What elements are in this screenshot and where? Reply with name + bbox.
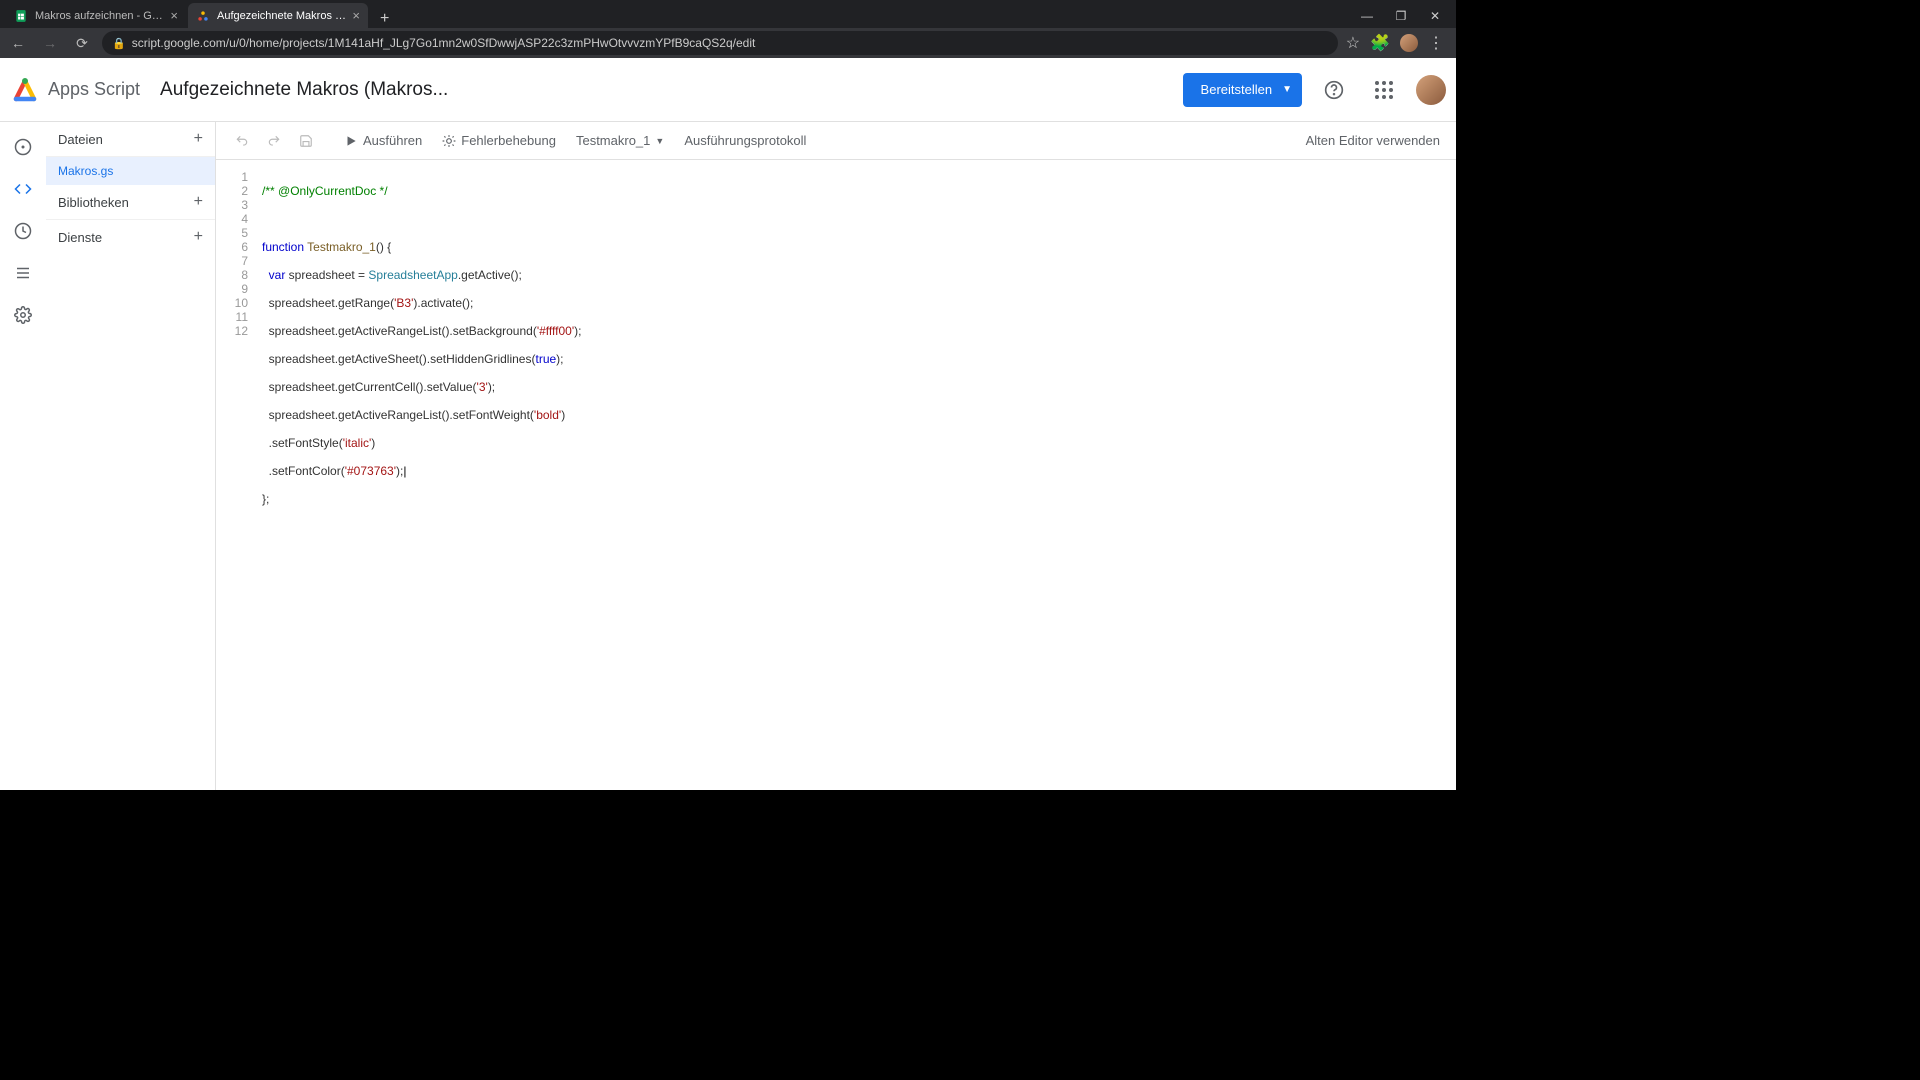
url-text: script.google.com/u/0/home/projects/1M14… [132, 36, 756, 50]
code-content[interactable]: /** @OnlyCurrentDoc */ function Testmakr… [256, 160, 581, 790]
reload-button[interactable]: ⟳ [70, 31, 94, 55]
services-section-header: Dienste + [46, 220, 215, 254]
log-label: Ausführungsprotokoll [684, 133, 806, 148]
appsscript-icon [196, 9, 210, 23]
function-selector[interactable]: Testmakro_1 ▼ [568, 128, 672, 153]
star-icon[interactable]: ☆ [1346, 33, 1360, 53]
section-label: Dateien [58, 132, 103, 147]
sheets-icon [14, 9, 28, 23]
file-item[interactable]: Makros.gs [46, 157, 215, 185]
debug-label: Fehlerbehebung [461, 133, 556, 148]
browser-tab[interactable]: Makros aufzeichnen - Google Ta × [6, 3, 186, 28]
tab-title: Aufgezeichnete Makros (Makros [217, 10, 346, 22]
browser-tabbar: Makros aufzeichnen - Google Ta × Aufgeze… [0, 0, 1456, 28]
window-controls: — ❐ ✕ [1350, 4, 1456, 28]
line-gutter: 1 2 3 4 5 6 7 8 9 10 11 12 [216, 160, 256, 790]
files-section-header: Dateien + [46, 122, 215, 157]
address-bar[interactable]: 🔒 script.google.com/u/0/home/projects/1M… [102, 31, 1338, 55]
new-tab-button[interactable]: + [370, 10, 399, 28]
deploy-label: Bereitstellen [1201, 82, 1273, 97]
save-button[interactable] [292, 129, 320, 153]
execution-log-button[interactable]: Ausführungsprotokoll [676, 128, 814, 153]
code-editor[interactable]: 1 2 3 4 5 6 7 8 9 10 11 12 /** @OnlyCurr… [216, 160, 1456, 790]
appsscript-logo-icon [10, 75, 40, 105]
section-label: Bibliotheken [58, 195, 129, 210]
app-header: Apps Script Aufgezeichnete Makros (Makro… [0, 58, 1456, 121]
settings-icon[interactable] [8, 300, 38, 330]
extensions-icon[interactable]: 🧩 [1370, 33, 1390, 53]
editor-toolbar: Ausführen Fehlerbehebung Testmakro_1 ▼ A… [216, 122, 1456, 160]
redo-button[interactable] [260, 129, 288, 153]
browser-tab[interactable]: Aufgezeichnete Makros (Makros × [188, 3, 368, 28]
product-name: Apps Script [48, 79, 140, 100]
run-label: Ausführen [363, 133, 422, 148]
close-icon[interactable]: × [170, 8, 178, 23]
add-library-button[interactable]: + [194, 193, 203, 211]
close-icon[interactable]: × [352, 8, 360, 23]
lock-icon: 🔒 [112, 37, 126, 50]
triggers-icon[interactable] [8, 216, 38, 246]
icon-rail [0, 122, 46, 790]
account-avatar[interactable] [1416, 75, 1446, 105]
profile-avatar[interactable] [1400, 34, 1418, 52]
menu-icon[interactable]: ⋮ [1428, 33, 1444, 53]
editor-panel: Ausführen Fehlerbehebung Testmakro_1 ▼ A… [216, 122, 1456, 790]
add-service-button[interactable]: + [194, 228, 203, 246]
file-panel: Dateien + Makros.gs Bibliotheken + Diens… [46, 122, 216, 790]
tab-title: Makros aufzeichnen - Google Ta [35, 10, 164, 22]
forward-button[interactable]: → [38, 31, 62, 55]
run-button[interactable]: Ausführen [336, 128, 430, 153]
function-selected: Testmakro_1 [576, 133, 650, 148]
add-file-button[interactable]: + [194, 130, 203, 148]
project-title[interactable]: Aufgezeichnete Makros (Makros... [160, 79, 448, 101]
legacy-editor-link[interactable]: Alten Editor verwenden [1306, 133, 1444, 148]
close-window-button[interactable]: ✕ [1418, 4, 1452, 28]
chevron-down-icon: ▼ [655, 136, 664, 146]
undo-button[interactable] [228, 129, 256, 153]
deploy-button[interactable]: Bereitstellen ▼ [1183, 73, 1302, 107]
chevron-down-icon: ▼ [1282, 84, 1292, 95]
minimize-button[interactable]: — [1350, 4, 1384, 28]
file-name: Makros.gs [58, 164, 113, 178]
overview-icon[interactable] [8, 132, 38, 162]
apps-button[interactable] [1366, 72, 1402, 108]
back-button[interactable]: ← [6, 31, 30, 55]
section-label: Dienste [58, 230, 102, 245]
executions-icon[interactable] [8, 258, 38, 288]
editor-icon[interactable] [8, 174, 38, 204]
maximize-button[interactable]: ❐ [1384, 4, 1418, 28]
debug-button[interactable]: Fehlerbehebung [434, 128, 564, 153]
libraries-section-header: Bibliotheken + [46, 185, 215, 220]
help-button[interactable] [1316, 72, 1352, 108]
browser-navbar: ← → ⟳ 🔒 script.google.com/u/0/home/proje… [0, 28, 1456, 58]
